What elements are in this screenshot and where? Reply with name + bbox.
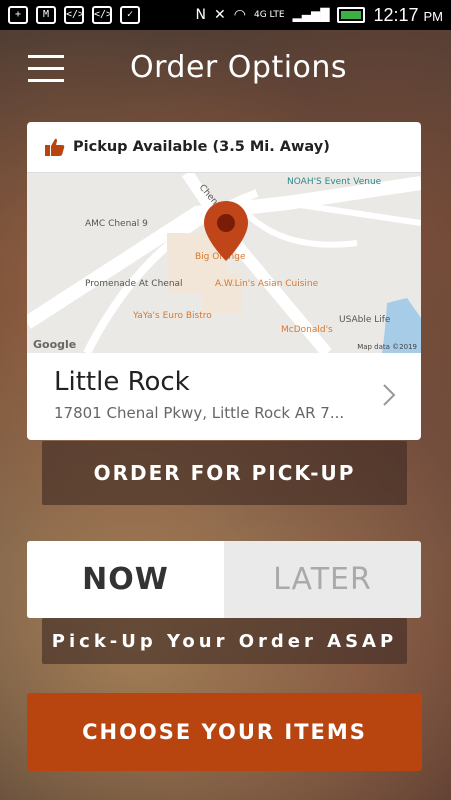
map-label: McDonald's [281, 325, 333, 335]
mute-icon: ✕ [214, 7, 226, 23]
app-bar: Order Options [0, 30, 451, 110]
mail-icon: M [36, 6, 56, 24]
network-type: 4G LTE [253, 10, 285, 20]
code-icon: </> [92, 6, 112, 24]
code-icon: </> [64, 6, 84, 24]
map-label: AMC Chenal 9 [85, 219, 148, 229]
system-icons: N ✕ ◠ 4G LTE ▂▄▆█ 12:17 PM [196, 5, 443, 26]
location-name: Little Rock [54, 367, 190, 397]
pickup-available-label: Pickup Available (3.5 Mi. Away) [73, 139, 330, 155]
order-pickup-button[interactable]: ORDER FOR PICK-UP [42, 441, 407, 505]
location-card: Pickup Available (3.5 Mi. Away) NOAH'S E… [27, 122, 421, 440]
location-selector[interactable]: Little Rock 17801 Chenal Pkwy, Little Ro… [27, 353, 421, 440]
map-label: Promenade At Chenal [85, 279, 183, 289]
google-logo: Google [33, 338, 77, 351]
chevron-right-icon [383, 384, 396, 406]
hamburger-menu-icon[interactable] [28, 55, 64, 83]
map-attribution: Map data ©2019 [357, 343, 417, 351]
notification-icons: + M </> </> ✓ [8, 6, 140, 24]
location-pin-icon[interactable] [204, 201, 248, 265]
signal-icon: ▂▄▆█ [292, 8, 330, 22]
add-icon: + [8, 6, 28, 24]
map-label: USAble Life [339, 315, 391, 325]
pickup-availability: Pickup Available (3.5 Mi. Away) [27, 122, 421, 173]
later-toggle[interactable]: LATER [224, 541, 421, 618]
battery-icon [337, 7, 366, 23]
wifi-icon: ◠ [233, 7, 246, 23]
clock: 12:17 PM [373, 4, 443, 25]
location-address: 17801 Chenal Pkwy, Little Rock AR 7... [54, 404, 345, 422]
map-label: NOAH'S Event Venue [287, 177, 382, 187]
map-view[interactable]: NOAH'S Event Venue AMC Chenal 9 Chenal B… [27, 173, 421, 353]
nfc-icon: N [195, 7, 207, 23]
thumbs-up-icon [45, 138, 65, 156]
pickup-asap-label: Pick-Up Your Order ASAP [42, 618, 407, 664]
timing-toggle: NOW LATER [27, 541, 421, 618]
status-bar: + M </> </> ✓ N ✕ ◠ 4G LTE ▂▄▆█ 12:17 PM [0, 0, 451, 30]
map-label: YaYa's Euro Bistro [133, 311, 212, 321]
page-title: Order Options [130, 50, 348, 85]
now-toggle[interactable]: NOW [27, 541, 224, 618]
map-label: A.W.Lin's Asian Cuisine [215, 279, 319, 289]
choose-items-button[interactable]: CHOOSE YOUR ITEMS [27, 693, 422, 771]
check-icon: ✓ [120, 6, 140, 24]
